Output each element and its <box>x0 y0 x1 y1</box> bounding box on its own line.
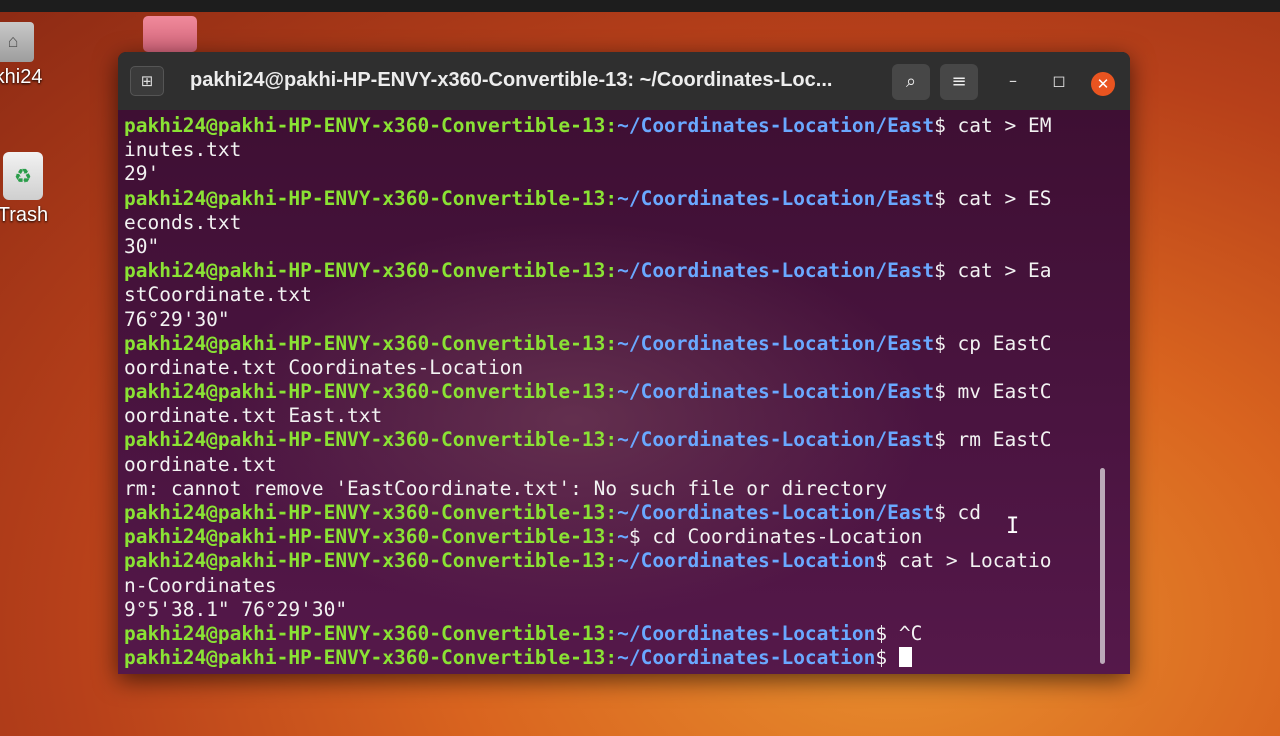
terminal-lines: pakhi24@pakhi-HP-ENVY-x360-Convertible-1… <box>124 114 1114 670</box>
menu-button[interactable]: ≡ <box>940 64 978 100</box>
output-text: oordinate.txt East.txt <box>124 404 383 428</box>
output-text: 9°5'38.1" 76°29'30" <box>124 597 348 621</box>
search-icon: ⌕ <box>905 71 917 92</box>
terminal-line: oordinate.txt East.txt <box>124 404 1114 428</box>
prompt-path: ~/Coordinates-Location/East <box>617 259 935 283</box>
output-text: n-Coordinates <box>124 573 277 597</box>
prompt-path: ~/Coordinates-Location/East <box>617 501 935 524</box>
output-text: econds.txt <box>124 210 242 234</box>
command-text: $ cd <box>934 501 982 524</box>
output-text: 76°29'30" <box>124 307 230 331</box>
desktop-trash-label: Trash <box>0 204 49 226</box>
desktop-home-folder[interactable]: ⌂ akhi24 <box>0 22 48 89</box>
terminal-line: n-Coordinates <box>124 574 1114 598</box>
prompt-user: pakhi24@pakhi-HP-ENVY-x360-Convertible-1… <box>124 525 618 549</box>
prompt-user: pakhi24@pakhi-HP-ENVY-x360-Convertible-1… <box>124 646 618 670</box>
new-tab-button[interactable]: ⊞ <box>130 66 164 96</box>
terminal-line: econds.txt <box>124 211 1114 235</box>
terminal-line: pakhi24@pakhi-HP-ENVY-x360-Convertible-1… <box>124 646 1114 670</box>
terminal-line: inutes.txt <box>124 138 1114 162</box>
terminal-window: ⊞ pakhi24@pakhi-HP-ENVY-x360-Convertible… <box>118 52 1130 674</box>
command-text: $ mv EastC <box>934 380 1052 404</box>
terminal-line: 76°29'30" <box>124 308 1114 332</box>
terminal-line: pakhi24@pakhi-HP-ENVY-x360-Convertible-1… <box>124 501 1114 525</box>
prompt-user: pakhi24@pakhi-HP-ENVY-x360-Convertible-1… <box>124 186 618 210</box>
terminal-line: stCoordinate.txt <box>124 283 1114 307</box>
prompt-user: pakhi24@pakhi-HP-ENVY-x360-Convertible-1… <box>124 380 618 404</box>
prompt-path: ~/Coordinates-Location/East <box>617 428 935 452</box>
prompt-path: ~/Coordinates-Location <box>617 621 876 645</box>
terminal-line: 9°5'38.1" 76°29'30" <box>124 598 1114 622</box>
prompt-user: pakhi24@pakhi-HP-ENVY-x360-Convertible-1… <box>124 259 618 283</box>
command-text: $ cat > Ea <box>934 259 1052 283</box>
prompt-path: ~/Coordinates-Location/East <box>617 380 935 404</box>
desktop-home-label: akhi24 <box>0 66 43 88</box>
trash-icon: ♻ <box>3 152 43 200</box>
prompt-user: pakhi24@pakhi-HP-ENVY-x360-Convertible-1… <box>124 501 618 524</box>
new-tab-icon: ⊞ <box>140 72 154 90</box>
output-text: stCoordinate.txt <box>124 283 312 307</box>
prompt-user: pakhi24@pakhi-HP-ENVY-x360-Convertible-1… <box>124 114 618 137</box>
top-panel <box>0 0 1280 12</box>
minimize-icon: – <box>1009 71 1017 90</box>
terminal-line: pakhi24@pakhi-HP-ENVY-x360-Convertible-1… <box>124 549 1114 573</box>
prompt-user: pakhi24@pakhi-HP-ENVY-x360-Convertible-1… <box>124 621 618 645</box>
close-button[interactable]: ✕ <box>1091 72 1115 96</box>
block-cursor <box>898 647 912 668</box>
terminal-line: pakhi24@pakhi-HP-ENVY-x360-Convertible-1… <box>124 380 1114 404</box>
terminal-line: pakhi24@pakhi-HP-ENVY-x360-Convertible-1… <box>124 428 1114 452</box>
prompt-path: ~ <box>617 525 629 549</box>
prompt-user: pakhi24@pakhi-HP-ENVY-x360-Convertible-1… <box>124 331 618 355</box>
search-button[interactable]: ⌕ <box>892 64 930 100</box>
terminal-line: pakhi24@pakhi-HP-ENVY-x360-Convertible-1… <box>124 332 1114 356</box>
output-text: rm: cannot remove 'EastCoordinate.txt': … <box>124 476 888 500</box>
text-cursor-ibeam-icon: I <box>1006 514 1020 539</box>
terminal-line: pakhi24@pakhi-HP-ENVY-x360-Convertible-1… <box>124 259 1114 283</box>
home-folder-icon: ⌂ <box>0 22 34 62</box>
output-text: inutes.txt <box>124 138 242 162</box>
output-text: 30" <box>124 234 160 258</box>
command-text: $ rm EastC <box>934 428 1052 452</box>
hamburger-menu-icon: ≡ <box>951 71 967 92</box>
maximize-button[interactable]: ◻ <box>1046 68 1072 94</box>
command-text: $ cat > Locatio <box>875 549 1052 573</box>
desktop-trash[interactable]: ♻ Trash <box>0 152 58 227</box>
close-icon: ✕ <box>1096 75 1110 93</box>
terminal-line: pakhi24@pakhi-HP-ENVY-x360-Convertible-1… <box>124 187 1114 211</box>
title-bar[interactable]: ⊞ pakhi24@pakhi-HP-ENVY-x360-Convertible… <box>118 52 1130 110</box>
command-text: $ cat > ES <box>934 186 1052 210</box>
prompt-path: ~/Coordinates-Location/East <box>617 114 935 137</box>
minimize-button[interactable]: – <box>1000 68 1026 94</box>
terminal-line: oordinate.txt Coordinates-Location <box>124 356 1114 380</box>
terminal-line: 29' <box>124 162 1114 186</box>
maximize-icon: ◻ <box>1052 71 1066 90</box>
command-text: $ cd Coordinates-Location <box>628 525 923 549</box>
command-text: $ <box>875 646 899 670</box>
output-text: oordinate.txt <box>124 452 277 476</box>
terminal-line: pakhi24@pakhi-HP-ENVY-x360-Convertible-1… <box>124 114 1114 138</box>
prompt-path: ~/Coordinates-Location <box>617 646 876 670</box>
terminal-output[interactable]: pakhi24@pakhi-HP-ENVY-x360-Convertible-1… <box>118 110 1130 674</box>
command-text: $ ^C <box>875 621 923 645</box>
prompt-path: ~/Coordinates-Location/East <box>617 186 935 210</box>
command-text: $ cat > EM <box>934 114 1052 137</box>
prompt-user: pakhi24@pakhi-HP-ENVY-x360-Convertible-1… <box>124 428 618 452</box>
window-title: pakhi24@pakhi-HP-ENVY-x360-Convertible-1… <box>190 69 833 91</box>
prompt-path: ~/Coordinates-Location <box>617 549 876 573</box>
terminal-line: pakhi24@pakhi-HP-ENVY-x360-Convertible-1… <box>124 525 1114 549</box>
command-text: $ cp EastC <box>934 331 1052 355</box>
output-text: oordinate.txt Coordinates-Location <box>124 355 524 379</box>
output-text: 29' <box>124 162 160 186</box>
terminal-scrollbar[interactable] <box>1100 468 1105 664</box>
terminal-line: rm: cannot remove 'EastCoordinate.txt': … <box>124 477 1114 501</box>
prompt-path: ~/Coordinates-Location/East <box>617 331 935 355</box>
desktop-folder-icon[interactable] <box>143 16 197 52</box>
terminal-line: oordinate.txt <box>124 453 1114 477</box>
prompt-user: pakhi24@pakhi-HP-ENVY-x360-Convertible-1… <box>124 549 618 573</box>
terminal-line: 30" <box>124 235 1114 259</box>
terminal-line: pakhi24@pakhi-HP-ENVY-x360-Convertible-1… <box>124 622 1114 646</box>
